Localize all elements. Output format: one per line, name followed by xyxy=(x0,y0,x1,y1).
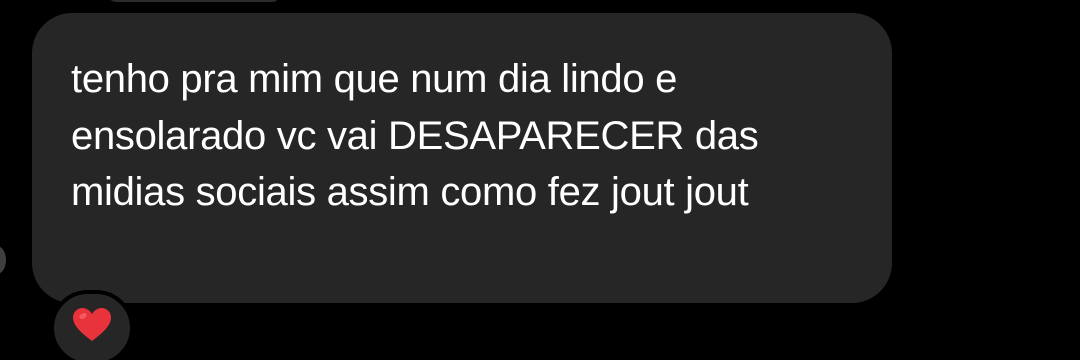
sender-avatar[interactable] xyxy=(0,246,6,274)
message-bubble[interactable]: tenho pra mim que num dia lindo e ensola… xyxy=(32,13,892,303)
reaction-badge[interactable] xyxy=(50,290,134,360)
previous-message-edge xyxy=(108,0,280,2)
heart-icon xyxy=(73,308,111,341)
chat-screen: tenho pra mim que num dia lindo e ensola… xyxy=(0,0,1080,360)
message-text: tenho pra mim que num dia lindo e ensola… xyxy=(71,57,759,214)
